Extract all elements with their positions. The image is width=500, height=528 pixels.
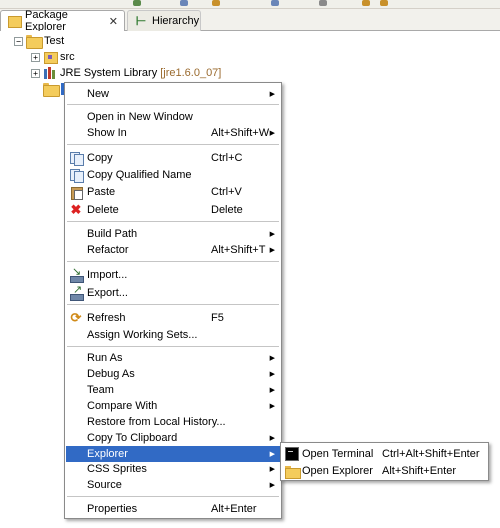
menu-item-show-in[interactable]: Show In Alt+Shift+W ▶	[66, 125, 280, 141]
tab-label: Hierarchy	[152, 15, 200, 27]
tab-hierarchy[interactable]: ⊢ Hierarchy	[127, 10, 201, 31]
submenu-arrow-icon: ▶	[269, 247, 275, 254]
menu-item-export[interactable]: Export...	[66, 283, 280, 301]
menu-separator	[67, 221, 279, 222]
menu-separator	[67, 496, 279, 497]
tab-label: Package Explorer	[25, 9, 68, 33]
menu-item-copy-to-clipboard[interactable]: Copy To Clipboard ▶	[66, 430, 280, 446]
menu-item-debug-as[interactable]: Debug As ▶	[66, 366, 280, 382]
refresh-icon: ⟳	[70, 310, 82, 325]
project-label: Test	[44, 35, 65, 47]
close-icon[interactable]: ✕	[109, 15, 118, 28]
submenu-arrow-icon: ▶	[269, 466, 275, 473]
submenu-arrow-icon: ▶	[269, 482, 275, 489]
menu-item-refresh[interactable]: ⟳ Refresh F5	[66, 310, 280, 326]
menu-item-build-path[interactable]: Build Path ▶	[66, 226, 280, 242]
menu-item-run-as[interactable]: Run As ▶	[66, 350, 280, 366]
menu-item-source[interactable]: Source ▶	[66, 477, 280, 493]
menu-separator	[67, 144, 279, 145]
import-icon	[69, 265, 84, 283]
menu-item-open-terminal[interactable]: Open Terminal Ctrl+Alt+Shift+Enter	[282, 446, 487, 462]
toolbar-button-icon[interactable]	[212, 0, 220, 6]
main-toolbar	[0, 0, 500, 9]
menu-item-properties[interactable]: Properties Alt+Enter	[66, 501, 280, 517]
menu-item-refactor[interactable]: Refactor Alt+Shift+T ▶	[66, 242, 280, 258]
toolbar-button-icon[interactable]	[380, 0, 388, 6]
submenu-arrow-icon: ▶	[269, 91, 275, 98]
menu-separator	[67, 346, 279, 347]
menu-item-css-sprites[interactable]: CSS Sprites ▶	[66, 461, 280, 477]
submenu-arrow-icon: ▶	[269, 355, 275, 362]
toolbar-button-icon[interactable]	[180, 0, 188, 6]
menu-item-explorer[interactable]: Explorer ▶	[66, 446, 280, 462]
tree-node-jre[interactable]: + JRE System Library [jre1.6.0_07]	[31, 65, 221, 81]
toolbar-button-icon[interactable]	[319, 0, 327, 6]
tree-node-src[interactable]: + src	[31, 49, 75, 65]
toolbar-button-icon[interactable]	[271, 0, 279, 6]
project-folder-icon	[26, 35, 43, 49]
menu-item-assign-working-sets[interactable]: Assign Working Sets...	[66, 327, 280, 343]
submenu-arrow-icon: ▶	[269, 130, 275, 137]
explorer-submenu: Open Terminal Ctrl+Alt+Shift+Enter Open …	[280, 442, 489, 481]
library-icon	[43, 67, 57, 79]
folder-icon	[43, 83, 60, 97]
folder-icon	[285, 464, 301, 479]
menu-item-copy-qualified-name[interactable]: Copy Qualified Name	[66, 167, 280, 183]
submenu-arrow-icon: ▶	[269, 387, 275, 394]
expand-icon[interactable]: +	[31, 52, 40, 62]
menu-separator	[67, 104, 279, 105]
submenu-arrow-icon: ▶	[269, 451, 275, 458]
expand-icon[interactable]: +	[31, 68, 40, 78]
tab-package-explorer[interactable]: Package Explorer ✕	[0, 9, 125, 33]
menu-item-paste[interactable]: Paste Ctrl+V	[66, 184, 280, 200]
menu-item-import[interactable]: Import...	[66, 265, 280, 283]
terminal-icon	[285, 447, 299, 461]
submenu-arrow-icon: ▶	[269, 371, 275, 378]
copy-qualified-name-icon	[69, 168, 84, 183]
delete-icon: ✖	[70, 202, 82, 217]
toolbar-button-icon[interactable]	[362, 0, 370, 6]
menu-item-open-explorer[interactable]: Open Explorer Alt+Shift+Enter	[282, 463, 487, 479]
menu-item-team[interactable]: Team ▶	[66, 382, 280, 398]
context-menu: New ▶ Open in New Window Show In Alt+Shi…	[64, 82, 282, 519]
jre-version-decoration: [jre1.6.0_07]	[160, 67, 222, 79]
menu-item-open-in-new-window[interactable]: Open in New Window	[66, 109, 280, 125]
menu-separator	[67, 261, 279, 262]
menu-item-delete[interactable]: ✖ Delete Delete	[66, 202, 280, 218]
hierarchy-icon: ⊢	[135, 14, 147, 28]
menu-separator	[67, 304, 279, 305]
source-folder-icon	[43, 51, 58, 64]
copy-icon	[69, 151, 84, 166]
menu-item-copy[interactable]: Copy Ctrl+C	[66, 150, 280, 166]
menu-item-new[interactable]: New ▶	[66, 86, 280, 102]
toolbar-button-icon[interactable]	[133, 0, 141, 6]
collapse-icon[interactable]: −	[14, 36, 23, 46]
tree-node-project[interactable]: − Test	[14, 33, 64, 49]
menu-item-compare-with[interactable]: Compare With ▶	[66, 398, 280, 414]
jre-label: JRE System Library	[60, 67, 158, 79]
submenu-arrow-icon: ▶	[269, 403, 275, 410]
export-icon	[69, 283, 84, 301]
submenu-arrow-icon: ▶	[269, 435, 275, 442]
view-tab-bar: Package Explorer ✕ ⊢ Hierarchy	[0, 9, 500, 33]
submenu-arrow-icon: ▶	[269, 231, 275, 238]
menu-item-restore-from-local-history[interactable]: Restore from Local History...	[66, 414, 280, 430]
paste-icon	[69, 185, 83, 200]
src-label: src	[60, 51, 75, 63]
package-explorer-icon	[7, 14, 22, 28]
